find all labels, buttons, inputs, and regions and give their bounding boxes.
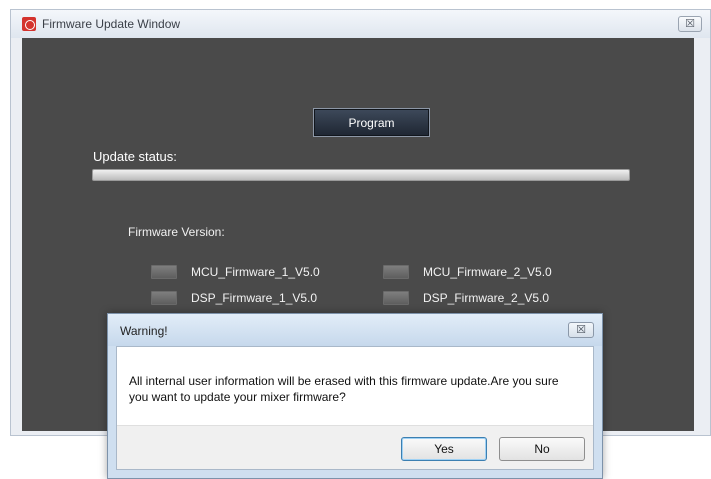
app-logo-icon — [22, 17, 36, 31]
firmware-name: MCU_Firmware_1_V5.0 — [191, 265, 320, 279]
close-icon[interactable]: ☒ — [568, 322, 594, 338]
close-icon[interactable]: ☒ — [678, 16, 702, 32]
firmware-item-dsp-2: DSP_Firmware_2_V5.0 — [383, 291, 549, 305]
warning-dialog: Warning! ☒ All internal user information… — [107, 313, 603, 479]
firmware-status-indicator — [383, 265, 409, 279]
update-progress-bar — [92, 169, 630, 181]
program-button[interactable]: Program — [313, 108, 430, 137]
firmware-status-indicator — [151, 291, 177, 305]
yes-button[interactable]: Yes — [401, 437, 487, 461]
dialog-title: Warning! — [120, 324, 168, 338]
firmware-name: MCU_Firmware_2_V5.0 — [423, 265, 552, 279]
firmware-version-label: Firmware Version: — [128, 225, 225, 239]
firmware-name: DSP_Firmware_2_V5.0 — [423, 291, 550, 305]
title-bar[interactable]: Firmware Update Window ☒ — [11, 10, 710, 38]
firmware-name: DSP_Firmware_1_V5.0 — [191, 291, 318, 305]
firmware-item-mcu-1: MCU_Firmware_1_V5.0 — [151, 265, 320, 279]
window-title: Firmware Update Window — [42, 17, 181, 31]
firmware-item-dsp-1: DSP_Firmware_1_V5.0 — [151, 291, 317, 305]
firmware-status-indicator — [151, 265, 177, 279]
no-button[interactable]: No — [499, 437, 585, 461]
dialog-title-bar[interactable]: Warning! ☒ — [108, 314, 602, 346]
firmware-item-mcu-2: MCU_Firmware_2_V5.0 — [383, 265, 552, 279]
firmware-status-indicator — [383, 291, 409, 305]
dialog-button-bar: Yes No — [117, 425, 593, 469]
dialog-body: All internal user information will be er… — [116, 346, 594, 470]
warning-message: All internal user information will be er… — [129, 374, 559, 404]
update-status-label: Update status: — [93, 149, 177, 164]
